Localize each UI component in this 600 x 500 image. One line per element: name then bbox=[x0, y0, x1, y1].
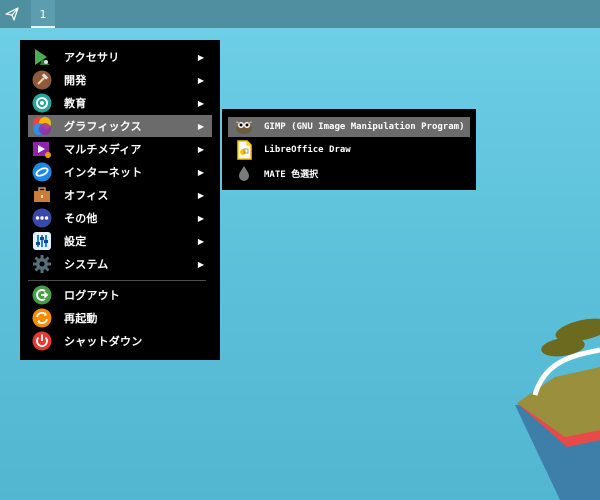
education-icon bbox=[32, 93, 52, 113]
menu-separator bbox=[28, 280, 206, 281]
menu-item-system[interactable]: システム ▶ bbox=[28, 253, 212, 275]
menu-item-logout[interactable]: ログアウト bbox=[28, 284, 212, 306]
color-picker-drop-icon bbox=[234, 163, 254, 183]
multimedia-icon bbox=[32, 139, 52, 159]
menu-item-label: シャットダウン bbox=[64, 335, 143, 348]
menu-item-label: アクセサリ bbox=[64, 51, 120, 64]
menu-item-label: 再起動 bbox=[64, 312, 98, 325]
submenu-arrow-icon: ▶ bbox=[197, 52, 204, 62]
menu-item-label: システム bbox=[64, 258, 109, 271]
workspace-active-indicator bbox=[31, 26, 55, 28]
restart-icon bbox=[32, 308, 52, 328]
libreoffice-draw-icon bbox=[234, 140, 254, 160]
submenu-arrow-icon: ▶ bbox=[197, 98, 204, 108]
submenu-item-libreoffice-draw[interactable]: LibreOffice Draw bbox=[228, 140, 470, 160]
gimp-icon bbox=[234, 117, 254, 137]
submenu-arrow-icon: ▶ bbox=[197, 75, 204, 85]
menu-item-label: オフィス bbox=[64, 189, 109, 202]
submenu-item-label: LibreOffice Draw bbox=[264, 145, 351, 155]
desktop-wallpaper-island-decoration bbox=[515, 318, 600, 500]
menu-item-other[interactable]: その他 ▶ bbox=[28, 207, 212, 229]
submenu-arrow-icon: ▶ bbox=[197, 144, 204, 154]
submenu-arrow-icon: ▶ bbox=[197, 259, 204, 269]
internet-icon bbox=[32, 162, 52, 182]
menu-item-development[interactable]: 開発 ▶ bbox=[28, 69, 212, 91]
menu-item-multimedia[interactable]: マルチメディア ▶ bbox=[28, 138, 212, 160]
menu-item-label: 教育 bbox=[64, 97, 87, 110]
submenu-arrow-icon: ▶ bbox=[197, 190, 204, 200]
menu-item-accessories[interactable]: アクセサリ ▶ bbox=[28, 46, 212, 68]
menu-item-label: 設定 bbox=[64, 235, 87, 248]
development-hammer-icon bbox=[32, 70, 52, 90]
submenu-item-mate-color-select[interactable]: MATE 色選択 bbox=[228, 163, 470, 183]
settings-sliders-icon bbox=[32, 231, 52, 251]
workspace-1-button[interactable]: 1 bbox=[31, 0, 55, 28]
system-gear-icon bbox=[32, 254, 52, 274]
submenu-item-label: MATE 色選択 bbox=[264, 169, 319, 180]
submenu-item-label: GIMP (GNU Image Manipulation Program) bbox=[264, 122, 465, 132]
menu-item-settings[interactable]: 設定 ▶ bbox=[28, 230, 212, 252]
submenu-item-gimp[interactable]: GIMP (GNU Image Manipulation Program) bbox=[228, 117, 470, 137]
menu-item-internet[interactable]: インターネット ▶ bbox=[28, 161, 212, 183]
office-briefcase-icon bbox=[32, 185, 52, 205]
top-panel: 1 bbox=[0, 0, 600, 28]
accessories-icon bbox=[32, 47, 52, 67]
graphics-icon bbox=[32, 116, 52, 136]
submenu-arrow-icon: ▶ bbox=[197, 213, 204, 223]
menu-item-restart[interactable]: 再起動 bbox=[28, 307, 212, 329]
menu-item-shutdown[interactable]: シャットダウン bbox=[28, 330, 212, 352]
menu-item-label: グラフィックス bbox=[64, 120, 142, 133]
menu-item-label: インターネット bbox=[64, 166, 143, 179]
menu-item-office[interactable]: オフィス ▶ bbox=[28, 184, 212, 206]
menu-launcher-button[interactable] bbox=[0, 0, 24, 28]
menu-item-label: ログアウト bbox=[64, 289, 120, 302]
other-dots-icon bbox=[32, 208, 52, 228]
shutdown-icon bbox=[32, 331, 52, 351]
menu-item-label: 開発 bbox=[64, 74, 87, 87]
submenu-arrow-icon: ▶ bbox=[197, 167, 204, 177]
submenu-arrow-icon: ▶ bbox=[197, 236, 204, 246]
menu-item-label: マルチメディア bbox=[64, 143, 142, 156]
menu-item-label: その他 bbox=[64, 212, 98, 225]
menu-item-education[interactable]: 教育 ▶ bbox=[28, 92, 212, 114]
menu-item-graphics[interactable]: グラフィックス ▶ bbox=[28, 115, 212, 137]
workspace-label: 1 bbox=[39, 7, 47, 21]
submenu-arrow-icon: ▶ bbox=[197, 121, 204, 131]
logout-icon bbox=[32, 285, 52, 305]
graphics-submenu: GIMP (GNU Image Manipulation Program) Li… bbox=[222, 109, 476, 190]
paper-plane-icon bbox=[5, 7, 19, 21]
applications-menu: アクセサリ ▶ 開発 ▶ 教育 ▶ グラフィックス ▶ マルチメディア ▶ イン… bbox=[20, 40, 220, 360]
